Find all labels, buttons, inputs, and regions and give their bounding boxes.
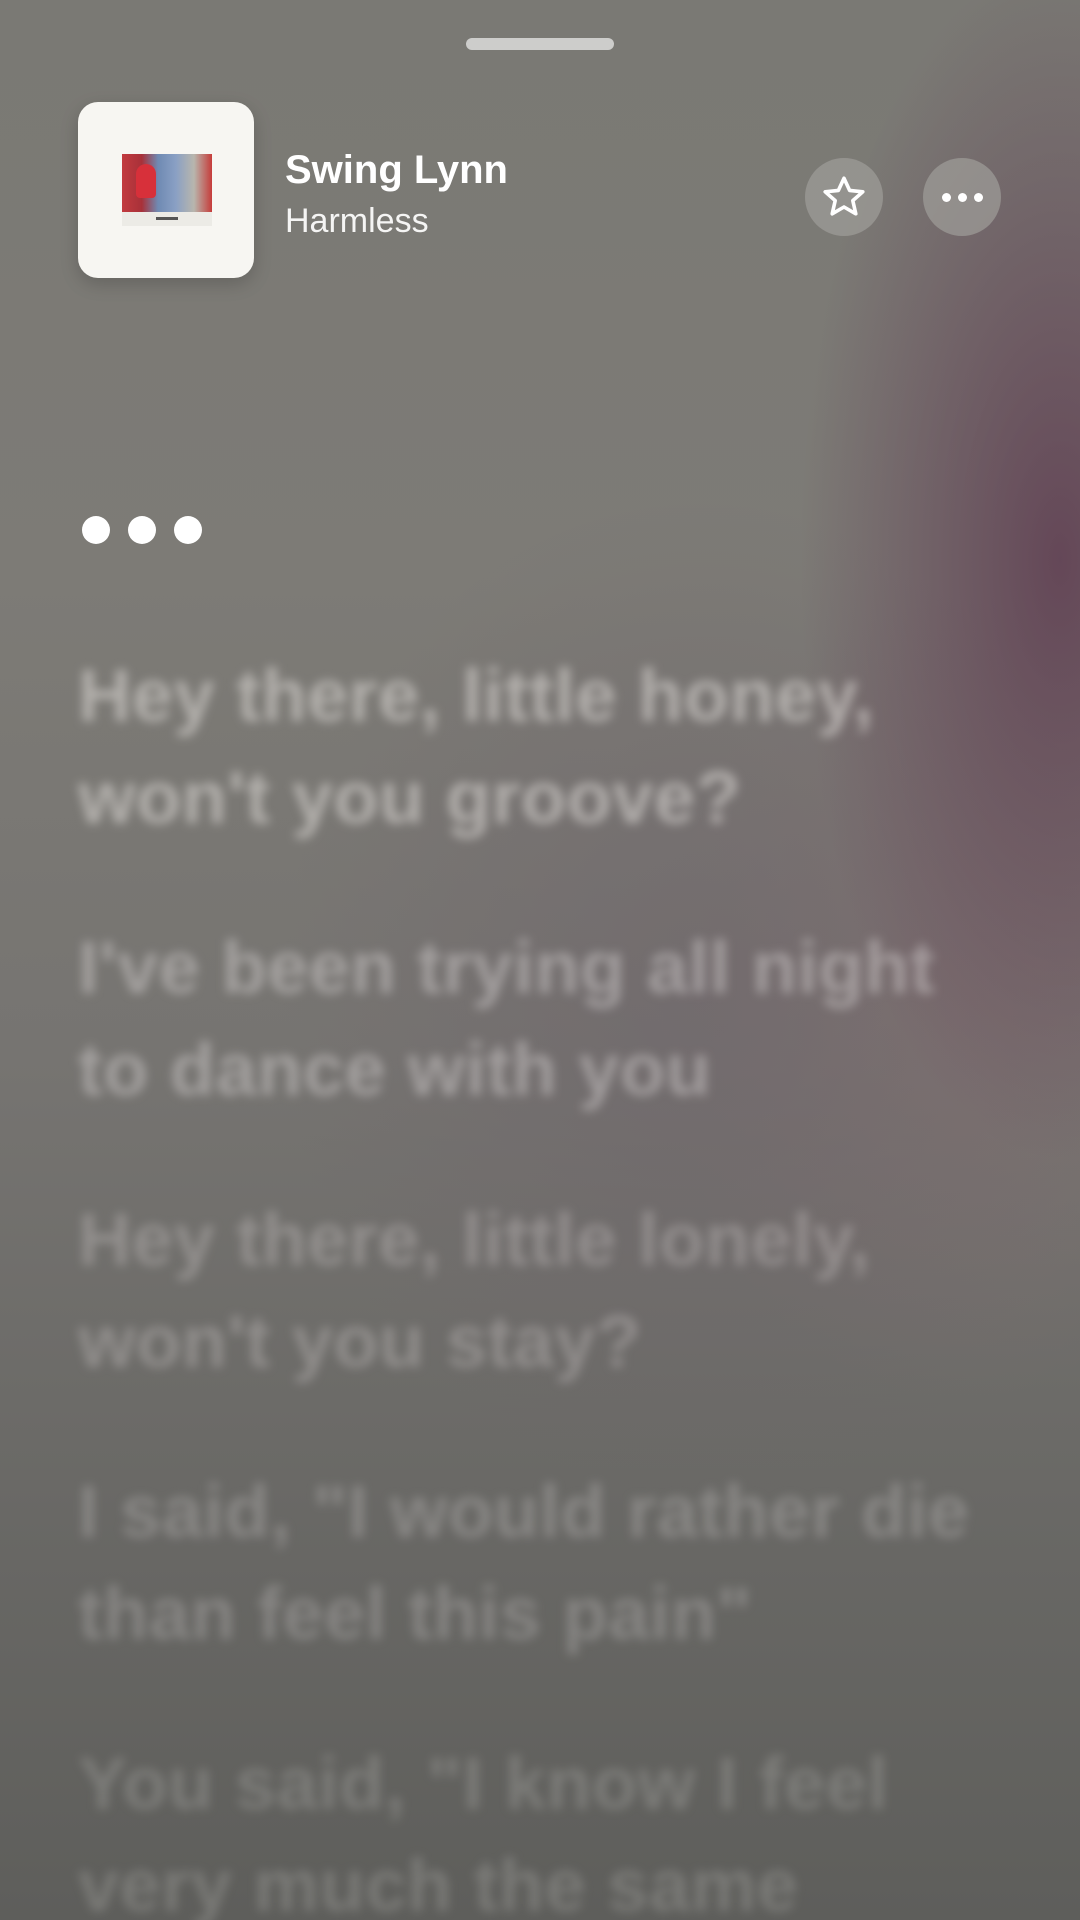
artist-name[interactable]: Harmless [285,202,429,241]
lyrics-waiting-indicator [82,516,202,544]
album-photo-caption [122,212,212,226]
lyric-line[interactable]: Hey there, little honey, won't you groov… [78,645,1018,849]
ellipsis-icon [941,192,983,202]
album-artwork[interactable] [78,102,254,278]
lyric-line[interactable]: I've been trying all night to dance with… [78,917,1018,1121]
sheet-grabber[interactable] [466,38,614,50]
album-photo [122,154,212,212]
more-options-button[interactable] [923,158,1001,236]
lyric-line[interactable]: You said, "I know I feel very much the s… [78,1733,1018,1920]
favorite-button[interactable] [805,158,883,236]
now-playing-header: Swing Lynn Harmless [78,102,1002,278]
star-icon [823,176,865,216]
lyrics-list: Hey there, little honey, won't you groov… [78,645,1018,1920]
lyric-line[interactable]: Hey there, little lonely, won't you stay… [78,1189,1018,1393]
song-title: Swing Lynn [285,148,508,192]
lyric-line[interactable]: I said, "I would rather die than feel th… [78,1461,1018,1665]
